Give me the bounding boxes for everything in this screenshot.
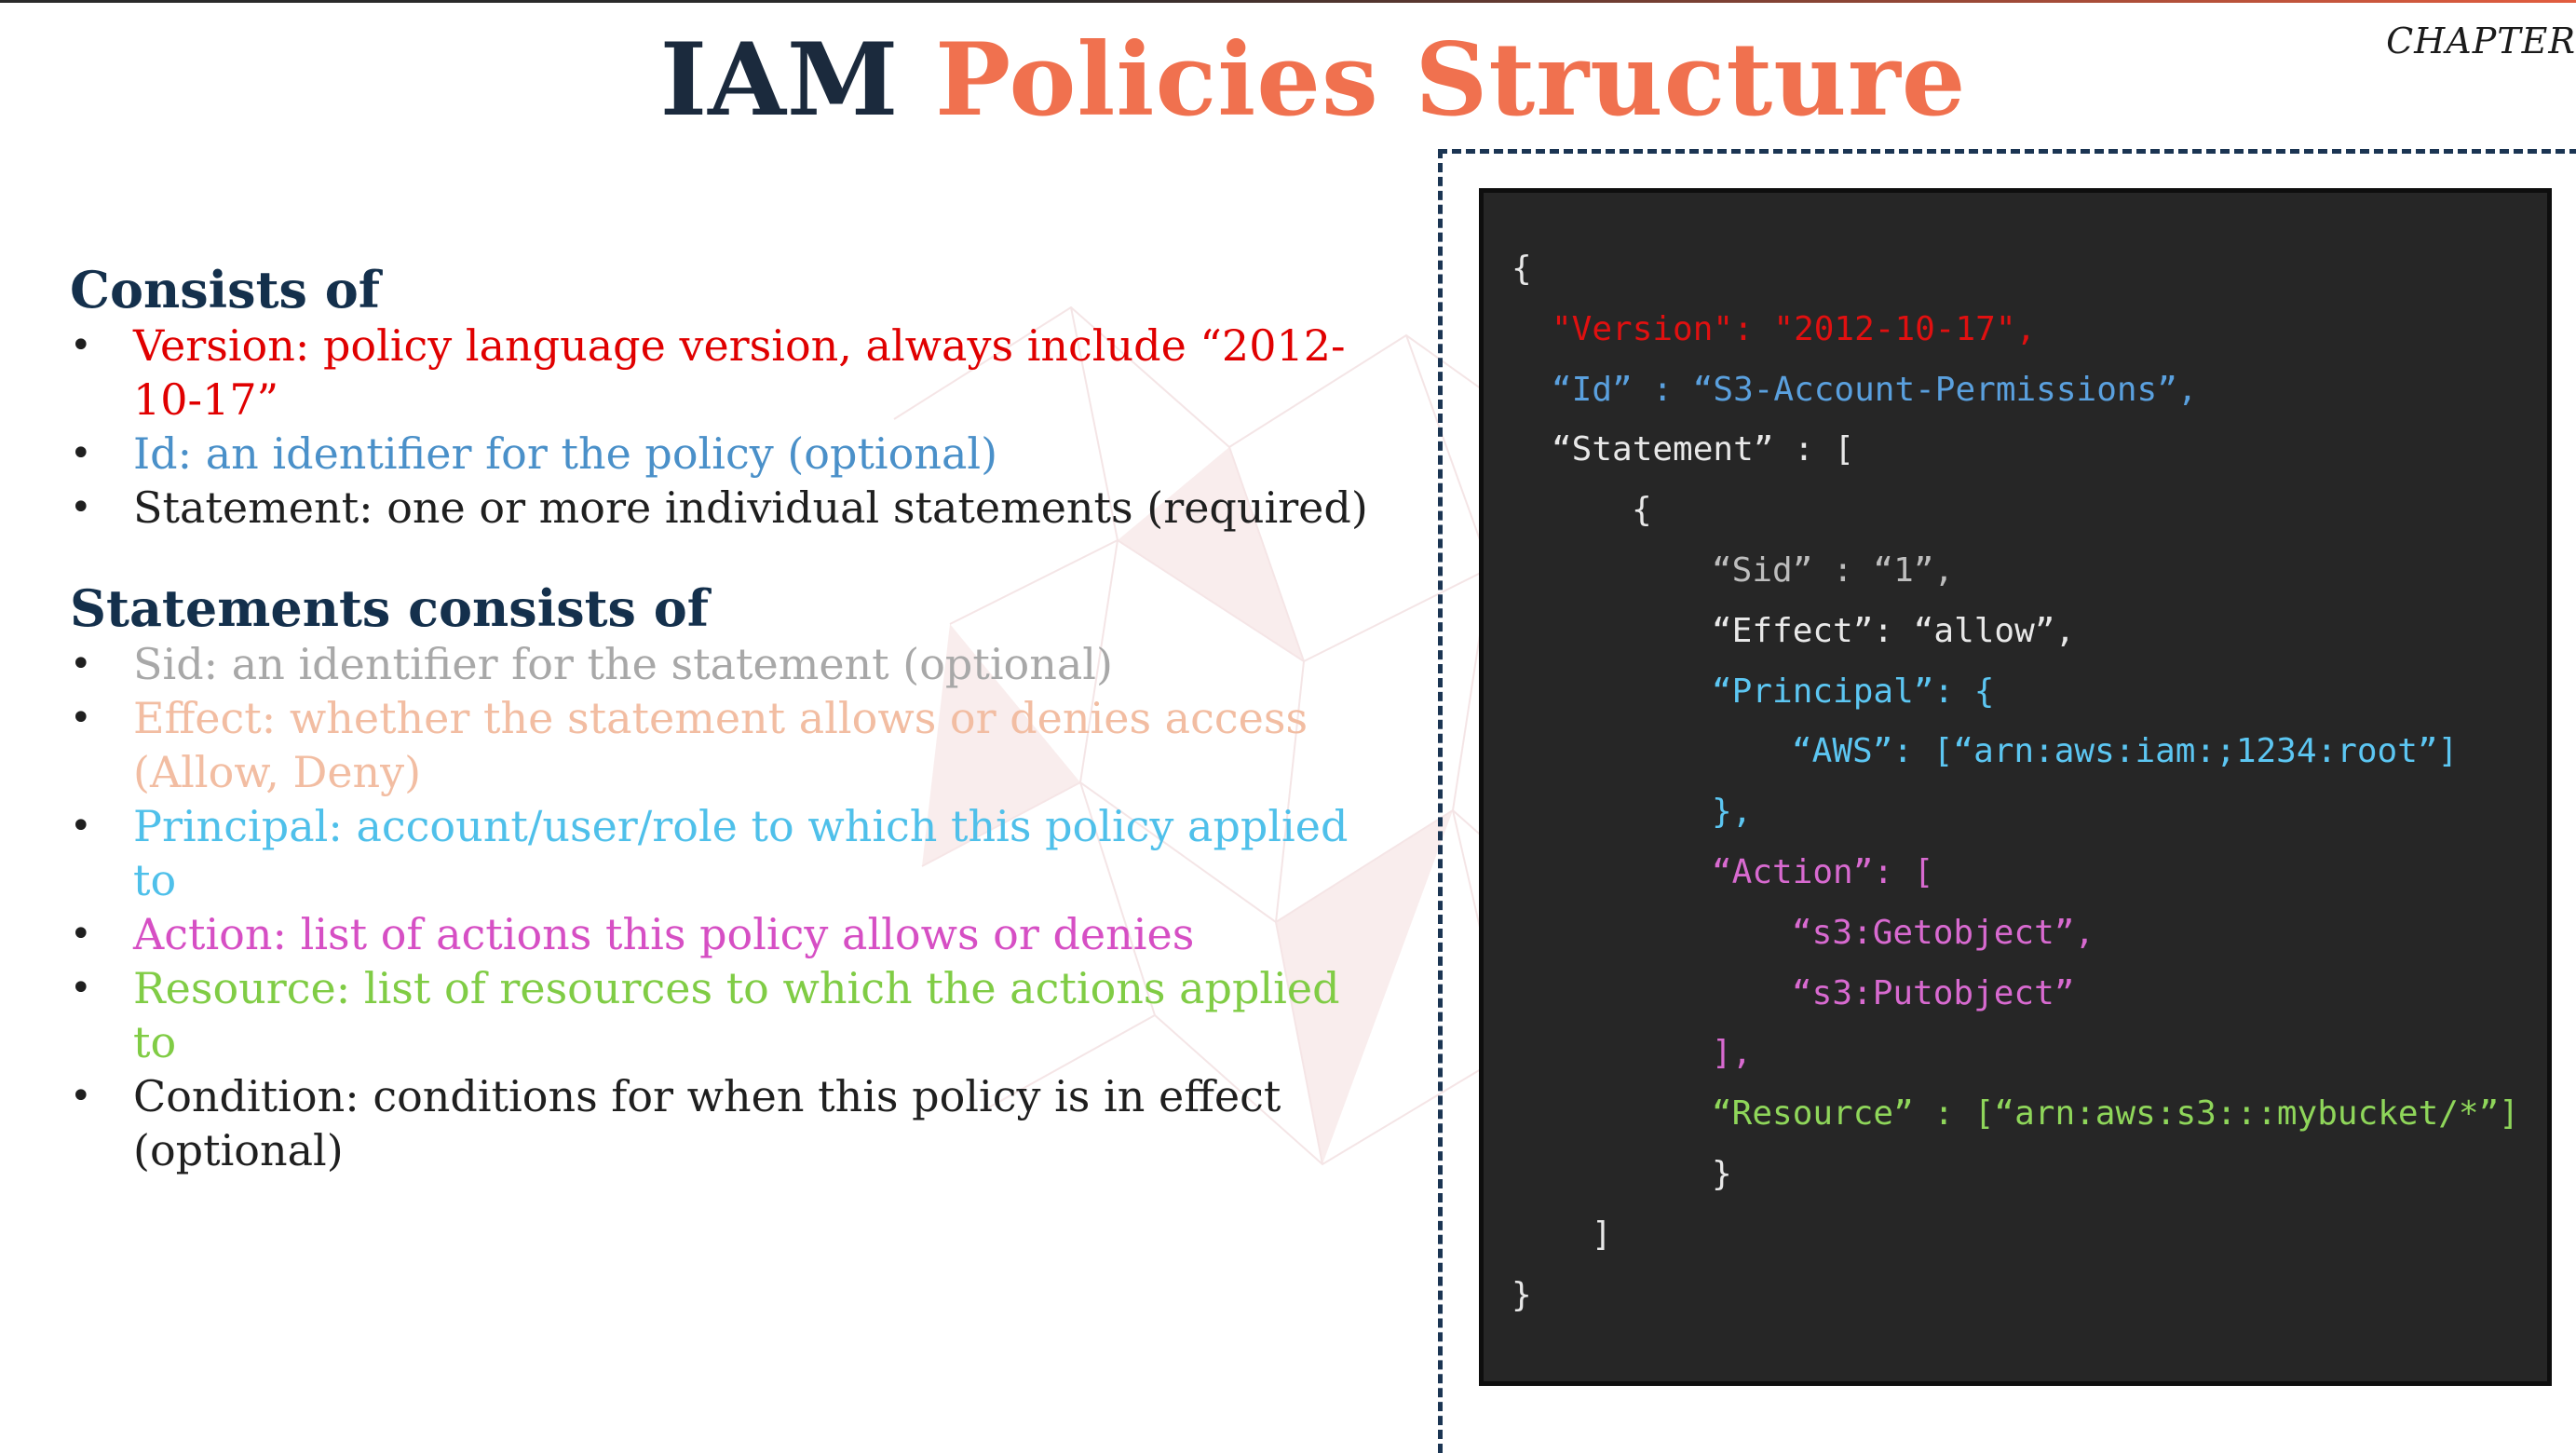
code-line: }, <box>1712 793 1753 832</box>
code-line: “AWS”: [“arn:aws:iam:;1234:root”] <box>1792 732 2459 771</box>
code-line: } <box>1512 1275 1532 1314</box>
list-item: Sid: an identifier for the statement (op… <box>70 637 1392 691</box>
code-line: “Principal”: { <box>1712 672 1995 711</box>
code-line: “Sid” : “1”, <box>1712 550 1955 590</box>
list-item: Statement: one or more individual statem… <box>70 481 1392 535</box>
code-line: "Version": "2012-10-17", <box>1552 309 2037 348</box>
policy-description-column: Consists of Version: policy language ver… <box>70 261 1392 1177</box>
slide-title: IAM Policies Structure <box>0 20 2576 142</box>
code-line: { <box>1632 491 1652 530</box>
top-accent-line <box>0 0 2576 3</box>
chapter-label: CHAPTER <box>2386 20 2576 61</box>
title-iam: IAM <box>659 21 900 139</box>
statements-consists-list: Sid: an identifier for the statement (op… <box>70 637 1392 1177</box>
list-item: Effect: whether the statement allows or … <box>70 691 1392 799</box>
code-line: { <box>1512 250 1532 288</box>
list-item: Condition: conditions for when this poli… <box>70 1069 1392 1177</box>
code-line: “Resource” : [“arn:aws:s3:::mybucket/*”] <box>1712 1094 2519 1134</box>
consists-of-list: Version: policy language version, always… <box>70 319 1392 535</box>
code-line: “s3:Getobject”, <box>1792 913 2095 952</box>
code-line: “Effect”: “allow”, <box>1712 611 2076 650</box>
list-item: Action: list of actions this policy allo… <box>70 907 1392 961</box>
code-line: ] <box>1592 1215 1612 1254</box>
statements-consists-heading: Statements consists of <box>70 578 709 639</box>
list-item: Principal: account/user/role to which th… <box>70 799 1392 907</box>
code-line: “Id” : “S3-Account-Permissions”, <box>1552 370 2198 409</box>
list-item: Id: an identifier for the policy (option… <box>70 427 1392 481</box>
list-item: Version: policy language version, always… <box>70 319 1392 427</box>
code-line: ], <box>1712 1034 1753 1073</box>
json-policy-code: { "Version": "2012-10-17", “Id” : “S3-Acco… <box>1512 239 2519 1325</box>
code-line: “s3:Putobject” <box>1792 973 2075 1012</box>
list-item: Resource: list of resources to which the… <box>70 961 1392 1069</box>
code-line: “Action”: [ <box>1712 852 1934 891</box>
code-panel: { "Version": "2012-10-17", “Id” : “S3-Acco… <box>1479 188 2552 1386</box>
title-policies-structure: Policies Structure <box>935 21 1967 139</box>
code-line: } <box>1712 1154 1732 1193</box>
consists-of-heading: Consists of <box>70 260 380 319</box>
code-line: “Statement” : [ <box>1552 430 1855 469</box>
